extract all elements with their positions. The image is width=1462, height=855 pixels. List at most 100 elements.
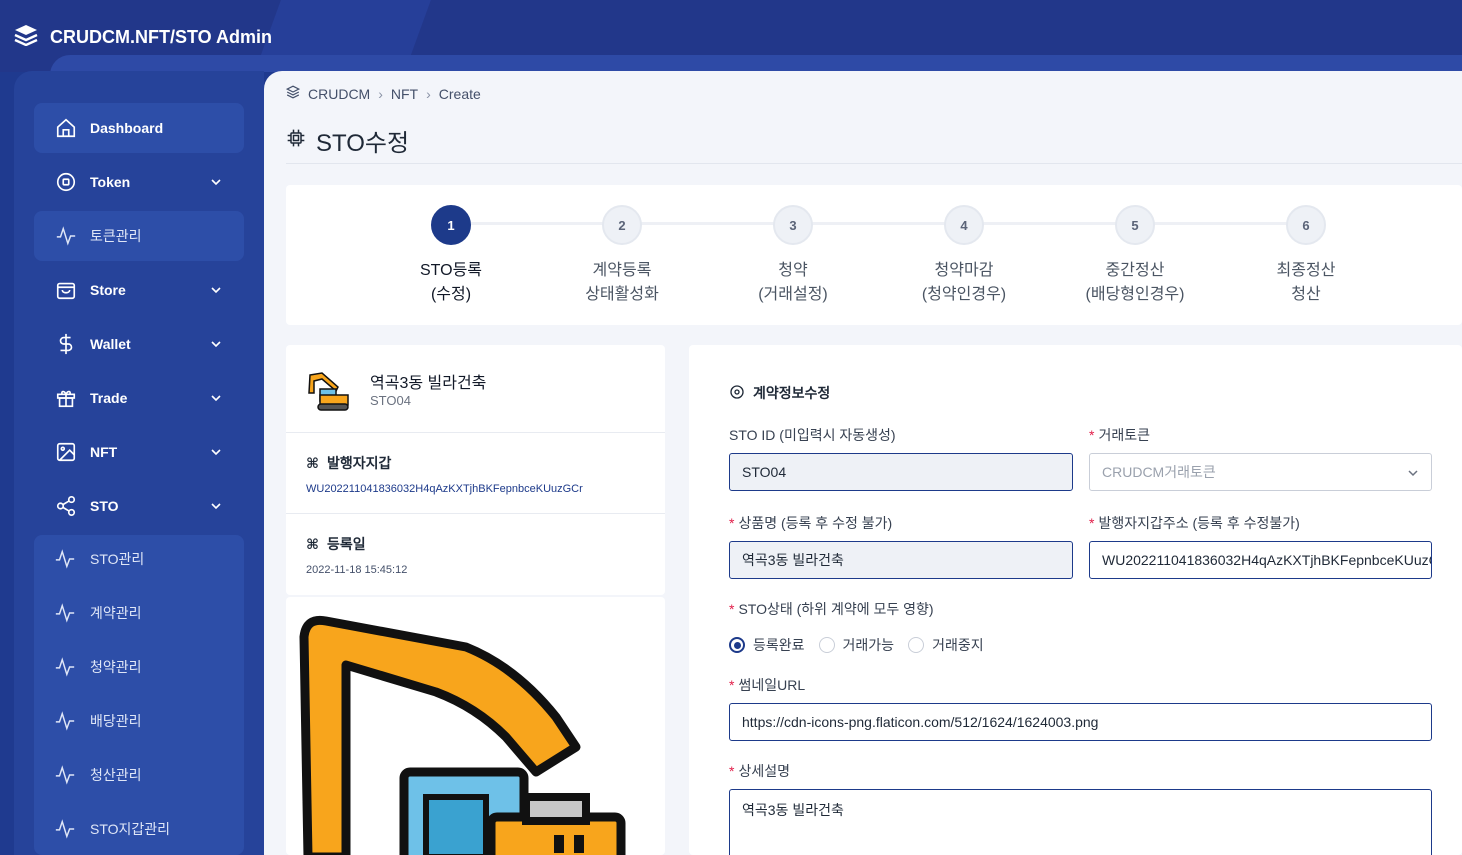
divider — [286, 163, 1462, 164]
command-icon: ⌘ — [306, 454, 319, 471]
step-title: 청약 — [778, 262, 808, 279]
sidebar-item-label: Wallet — [90, 336, 131, 352]
layers-logo-icon — [14, 24, 38, 51]
sidebar-sub-label: 계약관리 — [90, 605, 142, 621]
registered-date-value: 2022-11-18 15:45:12 — [306, 564, 408, 576]
target-icon — [729, 384, 745, 403]
chevron-right-icon: › — [426, 85, 431, 102]
form-section-title: 계약정보수정 — [753, 385, 831, 401]
trade-token-select[interactable]: CRUDCM거래토큰 — [1089, 453, 1432, 491]
issuer-address-input[interactable]: WU202211041836032H4qAzKXTjhBKFepnbceKUuz… — [1089, 541, 1432, 579]
stepper: 1 STO등록 (수정) 2 계약등록 상태활성화 3 청약 (거래설정) 4 청약마… — [286, 185, 1462, 325]
step-title: STO등록 — [419, 262, 483, 279]
step-title: 최종정산 — [1276, 262, 1336, 279]
activity-icon — [54, 818, 76, 840]
sidebar-item-sto[interactable]: STO — [34, 481, 244, 531]
sidebar-item-sto-manage[interactable]: STO관리 — [34, 539, 244, 579]
contract-edit-form: 계약정보수정 STO ID (미입력시 자동생성) STO04 * 거래토큰 CR… — [689, 345, 1462, 855]
activity-icon — [54, 710, 76, 732]
sidebar-item-sto-wallet-manage[interactable]: STO지갑관리 — [34, 809, 244, 849]
issuer-address-label: * 발행자지갑주소 (등록 후 수정불가) — [1089, 515, 1300, 531]
breadcrumb: CRUDCM › NFT › Create — [285, 85, 481, 102]
sidebar-item-dashboard[interactable]: Dashboard — [34, 103, 244, 153]
registered-date-label: 등록일 — [327, 536, 366, 552]
sto-id: STO04 — [370, 393, 411, 408]
sto-id-input[interactable]: STO04 — [729, 453, 1073, 491]
step-subtitle: 상태활성화 — [585, 286, 659, 303]
sidebar-sub-label: 배당관리 — [90, 713, 142, 729]
step-subtitle: (수정) — [430, 286, 472, 303]
sidebar-item-token-manage[interactable]: 토큰관리 — [34, 211, 244, 261]
step-number: 3 — [773, 205, 813, 245]
sidebar-item-subscription-manage[interactable]: 청약관리 — [34, 647, 244, 687]
excavator-image — [299, 615, 626, 855]
sidebar-item-nft[interactable]: NFT — [34, 427, 244, 477]
chevron-down-icon — [210, 445, 222, 461]
activity-icon — [54, 548, 76, 570]
trade-token-label: * 거래토큰 — [1089, 427, 1150, 443]
sidebar-item-label: Dashboard — [90, 120, 164, 136]
sidebar-item-contract-manage[interactable]: 계약관리 — [34, 593, 244, 633]
sidebar-item-store[interactable]: Store — [34, 265, 244, 315]
step-number: 2 — [602, 205, 642, 245]
step-1[interactable]: 1 STO등록 (수정) — [391, 205, 511, 307]
status-option-registered[interactable]: 등록완료 — [729, 635, 805, 655]
share-icon — [54, 494, 78, 518]
step-subtitle: (청약인경우) — [921, 286, 1007, 303]
step-2[interactable]: 2 계약등록 상태활성화 — [562, 205, 682, 307]
image-icon — [54, 440, 78, 464]
sto-status-label: * STO상태 (하위 계약에 모두 영향) — [729, 601, 934, 617]
sidebar-item-liquidation-manage[interactable]: 청산관리 — [34, 755, 244, 795]
step-title: 청약마감 — [934, 262, 994, 279]
description-textarea[interactable]: 역곡3동 빌라건축 — [729, 789, 1432, 855]
sidebar-item-label: Store — [90, 282, 126, 298]
page-title: STO수정 — [286, 123, 409, 158]
status-option-suspended[interactable]: 거래중지 — [908, 635, 984, 655]
radio-unchecked[interactable] — [908, 637, 925, 653]
product-name-input[interactable]: 역곡3동 빌라건축 — [729, 541, 1073, 579]
chevron-down-icon — [210, 175, 222, 191]
description-label: * 상세설명 — [729, 763, 790, 779]
sidebar-item-dividend-manage[interactable]: 배당관리 — [34, 701, 244, 741]
sidebar-item-label: 토큰관리 — [90, 228, 142, 244]
sidebar-item-wallet[interactable]: Wallet — [34, 319, 244, 369]
issuer-wallet-value: WU202211041836032H4qAzKXTjhBKFepnbceKUuz… — [306, 483, 583, 495]
step-subtitle: (거래설정) — [758, 286, 828, 303]
activity-icon — [54, 224, 78, 248]
breadcrumb-item[interactable]: NFT — [391, 86, 418, 102]
sidebar-item-label: Token — [90, 174, 131, 190]
sidebar-sub-label: STO지갑관리 — [90, 821, 171, 837]
status-option-tradable[interactable]: 거래가능 — [818, 635, 894, 655]
sidebar-sub-label: 청산관리 — [90, 767, 142, 783]
radio-unchecked[interactable] — [818, 637, 835, 653]
bag-icon — [54, 278, 78, 302]
breadcrumb-item[interactable]: CRUDCM — [308, 86, 370, 102]
step-subtitle: (배당형인경우) — [1085, 286, 1185, 303]
sidebar-item-token[interactable]: Token — [34, 157, 244, 207]
app-brand[interactable]: CRUDCM.NFT/STO Admin — [14, 24, 272, 51]
thumbnail-url-input[interactable]: https://cdn-icons-png.flaticon.com/512/1… — [729, 703, 1432, 741]
radio-checked[interactable] — [729, 637, 745, 653]
sto-submenu — [34, 535, 244, 855]
home-icon — [54, 116, 78, 140]
sidebar-sub-label: STO관리 — [90, 551, 145, 567]
step-title: 중간정산 — [1105, 262, 1165, 279]
sidebar-item-label: Trade — [90, 390, 128, 406]
dollar-icon — [54, 332, 78, 356]
step-number: 6 — [1286, 205, 1326, 245]
sto-id-label: STO ID (미입력시 자동생성) — [729, 427, 896, 443]
step-4[interactable]: 4 청약마감 (청약인경우) — [904, 205, 1024, 307]
activity-icon — [54, 764, 76, 786]
sidebar-item-label: STO — [90, 498, 119, 514]
step-6[interactable]: 6 최종정산 청산 — [1246, 205, 1366, 307]
breadcrumb-item[interactable]: Create — [439, 86, 481, 102]
chevron-down-icon — [210, 499, 222, 515]
product-name-label: * 상품명 (등록 후 수정 불가) — [729, 515, 893, 531]
issuer-wallet-row: ⌘ 발행자지갑 WU202211041836032H4qAzKXTjhBKFepn… — [286, 433, 665, 514]
sidebar-item-label: NFT — [90, 444, 118, 460]
main-content: CRUDCM › NFT › Create STO수정 1 STO등록 (수정) … — [264, 71, 1462, 855]
sidebar-item-trade[interactable]: Trade — [34, 373, 244, 423]
sto-name: 역곡3동 빌라건축 — [370, 375, 487, 392]
step-5[interactable]: 5 중간정산 (배당형인경우) — [1075, 205, 1195, 307]
step-3[interactable]: 3 청약 (거래설정) — [733, 205, 853, 307]
